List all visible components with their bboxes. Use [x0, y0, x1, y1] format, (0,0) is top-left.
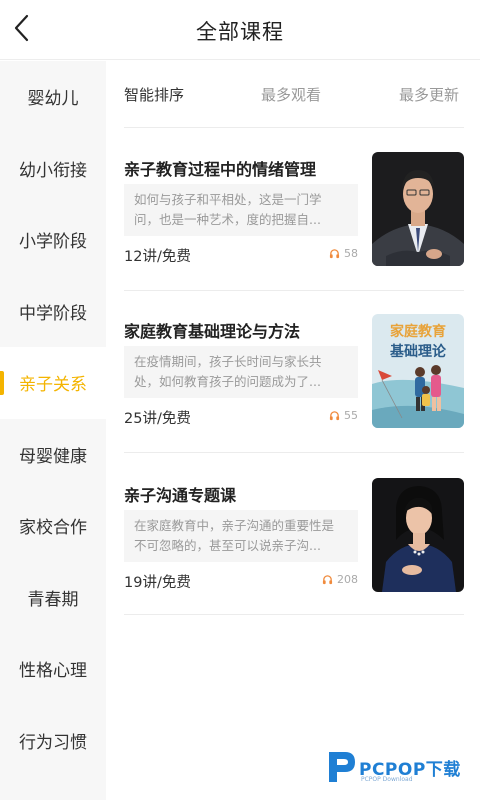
headphones-icon — [322, 574, 333, 585]
category-sidebar: 婴幼儿 幼小衔接 小学阶段 中学阶段 亲子关系 母婴健康 家校合作 青春期 性格… — [0, 61, 106, 800]
pcpop-logo-icon — [325, 748, 359, 784]
listen-count-value: 55 — [344, 409, 358, 422]
course-description-line: 在家庭教育中，亲子沟通的重要性是 — [134, 518, 335, 533]
sidebar-item-preschool-transition[interactable]: 幼小衔接 — [0, 133, 106, 205]
listen-count: 208 — [322, 573, 358, 586]
course-description: 在疫情期间，孩子长时间与家长共 处，如何教育孩子的问题成为了... — [124, 346, 358, 398]
page-title: 全部课程 — [196, 20, 284, 44]
sort-smart[interactable]: 智能排序 — [124, 84, 184, 105]
thumbnail-title-line: 基础理论 — [390, 343, 447, 360]
course-description-line: 问，也是一种艺术，度的把握自... — [134, 212, 321, 227]
sidebar-item-adolescence[interactable]: 青春期 — [0, 562, 106, 634]
course-description-line: 在疫情期间，孩子长时间与家长共 — [134, 354, 322, 369]
course-description: 在家庭教育中，亲子沟通的重要性是 不可忽略的，甚至可以说亲子沟... — [124, 510, 358, 562]
sidebar-item-primary-school[interactable]: 小学阶段 — [0, 204, 106, 276]
course-title: 家庭教育基础理论与方法 — [124, 322, 301, 341]
sort-most-viewed[interactable]: 最多观看 — [261, 84, 321, 105]
course-thumbnail: 家庭教育 基础理论 — [372, 314, 464, 428]
headphones-icon — [329, 248, 340, 259]
course-description-line: 不可忽略的，甚至可以说亲子沟... — [134, 538, 321, 553]
course-thumbnail — [372, 152, 464, 266]
sidebar-item-maternal-health[interactable]: 母婴健康 — [0, 419, 106, 491]
thumbnail-title-line: 家庭教育 — [390, 323, 446, 340]
top-bar: 全部课程 — [0, 0, 480, 60]
headphones-icon — [329, 410, 340, 421]
sort-most-updated[interactable]: 最多更新 — [399, 84, 459, 105]
course-card[interactable]: 亲子沟通专题课 在家庭教育中，亲子沟通的重要性是 不可忽略的，甚至可以说亲子沟.… — [124, 478, 464, 594]
divider — [124, 614, 464, 615]
course-thumbnail — [372, 478, 464, 592]
course-lesson-info: 19讲/免费 — [124, 575, 191, 591]
watermark: PCPOP下载 PCPOP Download — [325, 748, 475, 788]
sidebar-item-behavior-habits[interactable]: 行为习惯 — [0, 705, 106, 777]
listen-count-value: 58 — [344, 247, 358, 260]
course-description-line: 如何与孩子和平相处，这是一门学 — [134, 192, 322, 207]
course-title: 亲子沟通专题课 — [124, 486, 237, 505]
sidebar-item-personality[interactable]: 性格心理 — [0, 633, 106, 705]
sidebar-item-parent-child[interactable]: 亲子关系 — [0, 347, 106, 419]
course-card[interactable]: 家庭教育基础理论与方法 在疫情期间，孩子长时间与家长共 处，如何教育孩子的问题成… — [124, 314, 464, 430]
course-lesson-info: 25讲/免费 — [124, 411, 191, 427]
course-list-screen: 全部课程 婴幼儿 幼小衔接 小学阶段 中学阶段 亲子关系 母婴健康 家校合作 青… — [0, 0, 480, 800]
sidebar-item-home-school[interactable]: 家校合作 — [0, 490, 106, 562]
course-description-line: 处，如何教育孩子的问题成为了... — [134, 374, 321, 389]
listen-count: 58 — [329, 247, 358, 260]
divider — [124, 452, 464, 453]
sort-bar: 智能排序 最多观看 最多更新 — [124, 84, 464, 110]
listen-count-value: 208 — [337, 573, 358, 586]
course-description: 如何与孩子和平相处，这是一门学 问，也是一种艺术，度的把握自... — [124, 184, 358, 236]
course-title: 亲子教育过程中的情绪管理 — [124, 160, 317, 179]
course-card[interactable]: 亲子教育过程中的情绪管理 如何与孩子和平相处，这是一门学 问，也是一种艺术，度的… — [124, 152, 464, 268]
listen-count: 55 — [329, 409, 358, 422]
sidebar-item-infant[interactable]: 婴幼儿 — [0, 61, 106, 133]
divider — [124, 290, 464, 291]
course-lesson-info: 12讲/免费 — [124, 249, 191, 265]
watermark-subtitle: PCPOP Download — [361, 776, 413, 783]
sidebar-item-middle-school[interactable]: 中学阶段 — [0, 276, 106, 348]
divider — [124, 127, 464, 128]
